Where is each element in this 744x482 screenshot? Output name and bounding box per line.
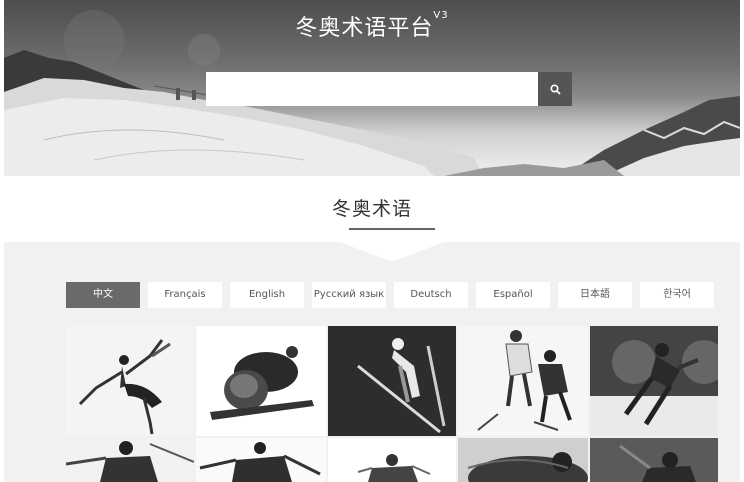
- site-title-text: 冬奥术语平台: [295, 16, 434, 41]
- tab-german[interactable]: Deutsch: [394, 282, 468, 308]
- tab-spanish[interactable]: Español: [476, 282, 550, 308]
- speed-skater-image: [590, 326, 718, 436]
- freestyle-skier-image: [357, 454, 431, 482]
- tab-russian[interactable]: Русский язык: [312, 282, 386, 308]
- sport-tile-figure-skating[interactable]: [66, 326, 194, 436]
- search-button[interactable]: [538, 72, 572, 106]
- version-badge: V3: [433, 10, 449, 21]
- sport-tile-ice-hockey[interactable]: [458, 326, 588, 436]
- tab-japanese[interactable]: 日本語: [558, 282, 632, 308]
- sport-tile-ski-jumping[interactable]: [328, 326, 456, 436]
- sport-tile-speed-skating[interactable]: [590, 326, 718, 436]
- biathlete-image: [66, 441, 194, 482]
- cross-country-skier-image: [199, 442, 321, 482]
- sport-tile-biathlon[interactable]: [66, 438, 194, 482]
- tab-english[interactable]: English: [230, 282, 304, 308]
- luge-athlete-image: [467, 452, 588, 482]
- short-track-skater-image: [590, 438, 718, 482]
- section-title: 冬奥术语: [331, 198, 412, 220]
- panel-notch: [340, 242, 444, 262]
- search-icon: [549, 83, 561, 95]
- figure-skater-image: [78, 339, 171, 435]
- ski-jumper-image: [357, 338, 446, 434]
- skeleton-athlete-image: [210, 346, 314, 420]
- tab-chinese[interactable]: 中文: [66, 282, 140, 308]
- sport-tile-luge[interactable]: [458, 438, 588, 482]
- sport-tile-freestyle-skiing[interactable]: [328, 438, 456, 482]
- section-title-underline: [349, 228, 435, 230]
- tab-french[interactable]: Français: [148, 282, 222, 308]
- site-title: 冬奥术语平台V3: [4, 10, 740, 42]
- tab-korean[interactable]: 한국어: [640, 282, 714, 308]
- sport-tile-skeleton[interactable]: [196, 326, 326, 436]
- sport-tile-short-track[interactable]: [590, 438, 718, 482]
- sport-tile-cross-country-skiing[interactable]: [196, 438, 326, 482]
- search-input[interactable]: [206, 72, 538, 106]
- hockey-players-image: [477, 330, 572, 431]
